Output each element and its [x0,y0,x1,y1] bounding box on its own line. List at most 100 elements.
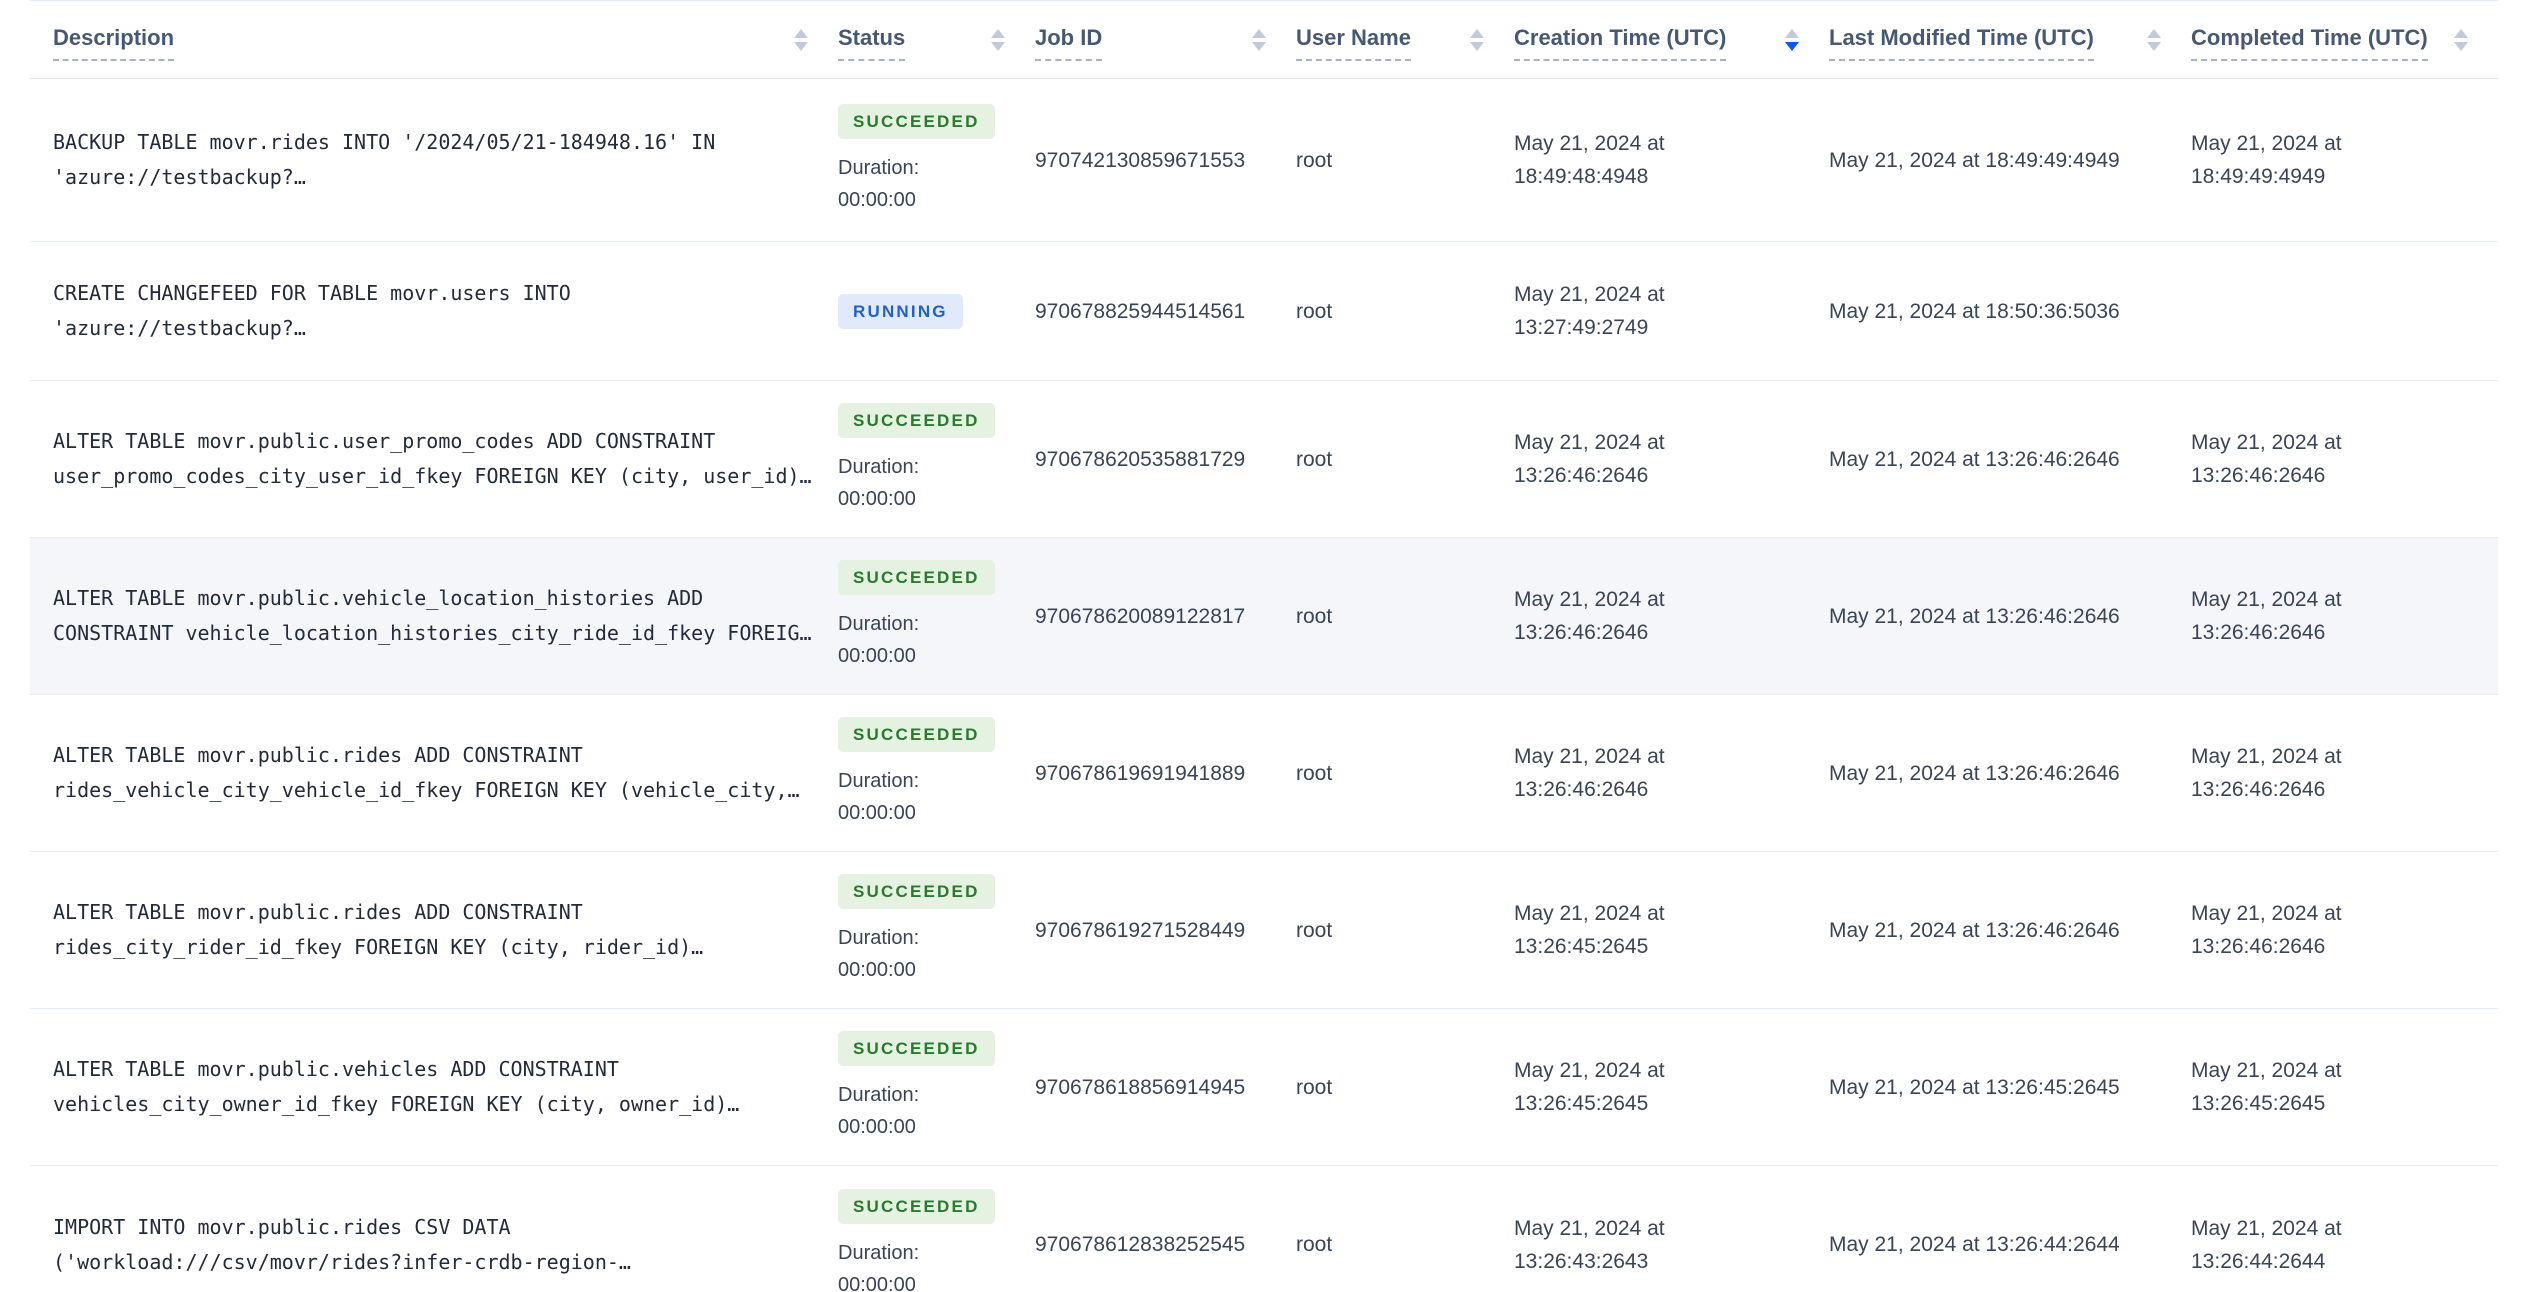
job-id: 970678619271528449 [1035,918,1246,942]
job-id: 970678618856914945 [1035,1075,1246,1099]
table-row[interactable]: ALTER TABLE movr.public.vehicles ADD CON… [30,1009,2498,1166]
sort-icon[interactable] [794,28,808,51]
completed-time: May 21, 2024 at 18:49:49:4949 [2191,132,2342,188]
job-id: 970742130859671553 [1035,148,1246,172]
job-description-link[interactable]: ALTER TABLE movr.public.user_promo_codes… [30,424,838,494]
duration-value: 00:00:00 [838,1273,916,1292]
job-id: 970678620089122817 [1035,604,1246,628]
completed-time: May 21, 2024 at 13:26:46:2646 [2191,431,2342,487]
job-status-cell: SUCCEEDED Duration: 00:00:00 [838,560,1035,672]
sort-icon[interactable] [2454,28,2468,51]
status-badge: SUCCEEDED [838,403,995,438]
status-badge: SUCCEEDED [838,874,995,909]
job-status-cell: SUCCEEDED Duration: 00:00:00 [838,104,1035,216]
user-name: root [1296,148,1333,172]
user-name: root [1296,1233,1333,1256]
job-description-link[interactable]: ALTER TABLE movr.public.vehicles ADD CON… [30,1052,838,1122]
duration-label: Duration: [838,613,920,635]
job-id: 970678825944514561 [1035,299,1246,323]
last-modified-time: May 21, 2024 at 18:49:49:4949 [1829,148,2120,172]
last-modified-time: May 21, 2024 at 13:26:46:2646 [1829,761,2120,785]
job-description-link[interactable]: ALTER TABLE movr.public.rides ADD CONSTR… [30,738,838,808]
job-description-link[interactable]: ALTER TABLE movr.public.vehicle_location… [30,581,838,651]
duration-value: 00:00:00 [838,1116,916,1138]
creation-time: May 21, 2024 at 13:26:45:2645 [1514,902,1665,958]
sort-icon[interactable] [1252,28,1266,51]
last-modified-time: May 21, 2024 at 18:50:36:5036 [1829,299,2120,323]
creation-time: May 21, 2024 at 13:27:49:2749 [1514,283,1665,339]
job-description-link[interactable]: ALTER TABLE movr.public.rides ADD CONSTR… [30,895,838,965]
job-id: 970678619691941889 [1035,761,1246,785]
sort-icon[interactable] [2147,28,2161,51]
duration-label: Duration: [838,1241,920,1264]
creation-time: May 21, 2024 at 13:26:46:2646 [1514,745,1665,801]
status-badge: SUCCEEDED [838,717,995,752]
last-modified-time: May 21, 2024 at 13:26:44:2644 [1829,1233,2120,1256]
status-badge: SUCCEEDED [838,1031,995,1066]
duration-value: 00:00:00 [838,645,916,667]
last-modified-time: May 21, 2024 at 13:26:45:2645 [1829,1075,2120,1099]
column-header-description[interactable]: Description [30,26,838,61]
column-header-user-name[interactable]: User Name [1296,26,1514,61]
column-header-status[interactable]: Status [838,26,1035,61]
job-description-link[interactable]: IMPORT INTO movr.public.rides CSV DATA (… [30,1210,838,1280]
user-name: root [1296,761,1333,785]
completed-time: May 21, 2024 at 13:26:44:2644 [2191,1216,2342,1273]
creation-time: May 21, 2024 at 13:26:46:2646 [1514,431,1665,487]
job-id: 970678612838252545 [1035,1233,1246,1256]
last-modified-time: May 21, 2024 at 13:26:46:2646 [1829,447,2120,471]
jobs-table: Description Status Job ID User Name Crea… [30,0,2498,1292]
column-header-last-modified-time[interactable]: Last Modified Time (UTC) [1829,26,2191,61]
column-label-user-name: User Name [1296,26,1411,61]
duration-label: Duration: [838,456,920,478]
creation-time: May 21, 2024 at 13:26:46:2646 [1514,588,1665,644]
duration-label: Duration: [838,770,920,792]
duration-label: Duration: [838,157,920,179]
completed-time [2191,295,2498,328]
user-name: root [1296,299,1333,323]
job-status-cell: SUCCEEDED Duration: 00:00:00 [838,1188,1035,1292]
job-description-link[interactable]: BACKUP TABLE movr.rides INTO '/2024/05/2… [30,125,838,195]
table-row[interactable]: CREATE CHANGEFEED FOR TABLE movr.users I… [30,242,2498,381]
job-status-cell: RUNNING [838,293,1035,329]
table-row[interactable]: BACKUP TABLE movr.rides INTO '/2024/05/2… [30,79,2498,242]
status-badge: SUCCEEDED [838,104,995,139]
creation-time: May 21, 2024 at 18:49:48:4948 [1514,132,1665,188]
column-label-completed-time: Completed Time (UTC) [2191,26,2428,61]
duration-label: Duration: [838,927,920,949]
table-row[interactable]: ALTER TABLE movr.public.user_promo_codes… [30,381,2498,538]
user-name: root [1296,1075,1333,1099]
job-status-cell: SUCCEEDED Duration: 00:00:00 [838,874,1035,986]
column-header-creation-time[interactable]: Creation Time (UTC) [1514,26,1829,61]
job-status-cell: SUCCEEDED Duration: 00:00:00 [838,1031,1035,1143]
column-label-status: Status [838,26,906,61]
completed-time: May 21, 2024 at 13:26:46:2646 [2191,588,2342,644]
creation-time: May 21, 2024 at 13:26:43:2643 [1514,1216,1665,1273]
job-description-link[interactable]: CREATE CHANGEFEED FOR TABLE movr.users I… [30,276,838,346]
user-name: root [1296,918,1333,942]
table-row[interactable]: ALTER TABLE movr.public.rides ADD CONSTR… [30,695,2498,852]
last-modified-time: May 21, 2024 at 13:26:46:2646 [1829,918,2120,942]
column-label-description: Description [53,26,175,61]
column-label-job-id: Job ID [1035,26,1103,61]
column-label-creation-time: Creation Time (UTC) [1514,26,1727,61]
job-status-cell: SUCCEEDED Duration: 00:00:00 [838,403,1035,515]
table-row[interactable]: ALTER TABLE movr.public.rides ADD CONSTR… [30,852,2498,1009]
duration-value: 00:00:00 [838,189,916,211]
column-header-completed-time[interactable]: Completed Time (UTC) [2191,26,2498,61]
status-badge: SUCCEEDED [838,560,995,595]
completed-time: May 21, 2024 at 13:26:45:2645 [2191,1059,2342,1115]
sort-icon[interactable] [1470,28,1484,51]
duration-value: 00:00:00 [838,802,916,824]
completed-time: May 21, 2024 at 13:26:46:2646 [2191,745,2342,801]
sort-icon-active-desc[interactable] [1785,28,1799,51]
duration-label: Duration: [838,1084,920,1106]
column-header-job-id[interactable]: Job ID [1035,26,1296,61]
user-name: root [1296,447,1333,471]
completed-time: May 21, 2024 at 13:26:46:2646 [2191,902,2342,958]
user-name: root [1296,604,1333,628]
column-label-last-modified-time: Last Modified Time (UTC) [1829,26,2094,61]
table-row[interactable]: IMPORT INTO movr.public.rides CSV DATA (… [30,1166,2498,1292]
sort-icon[interactable] [991,28,1005,51]
table-row[interactable]: ALTER TABLE movr.public.vehicle_location… [30,538,2498,695]
